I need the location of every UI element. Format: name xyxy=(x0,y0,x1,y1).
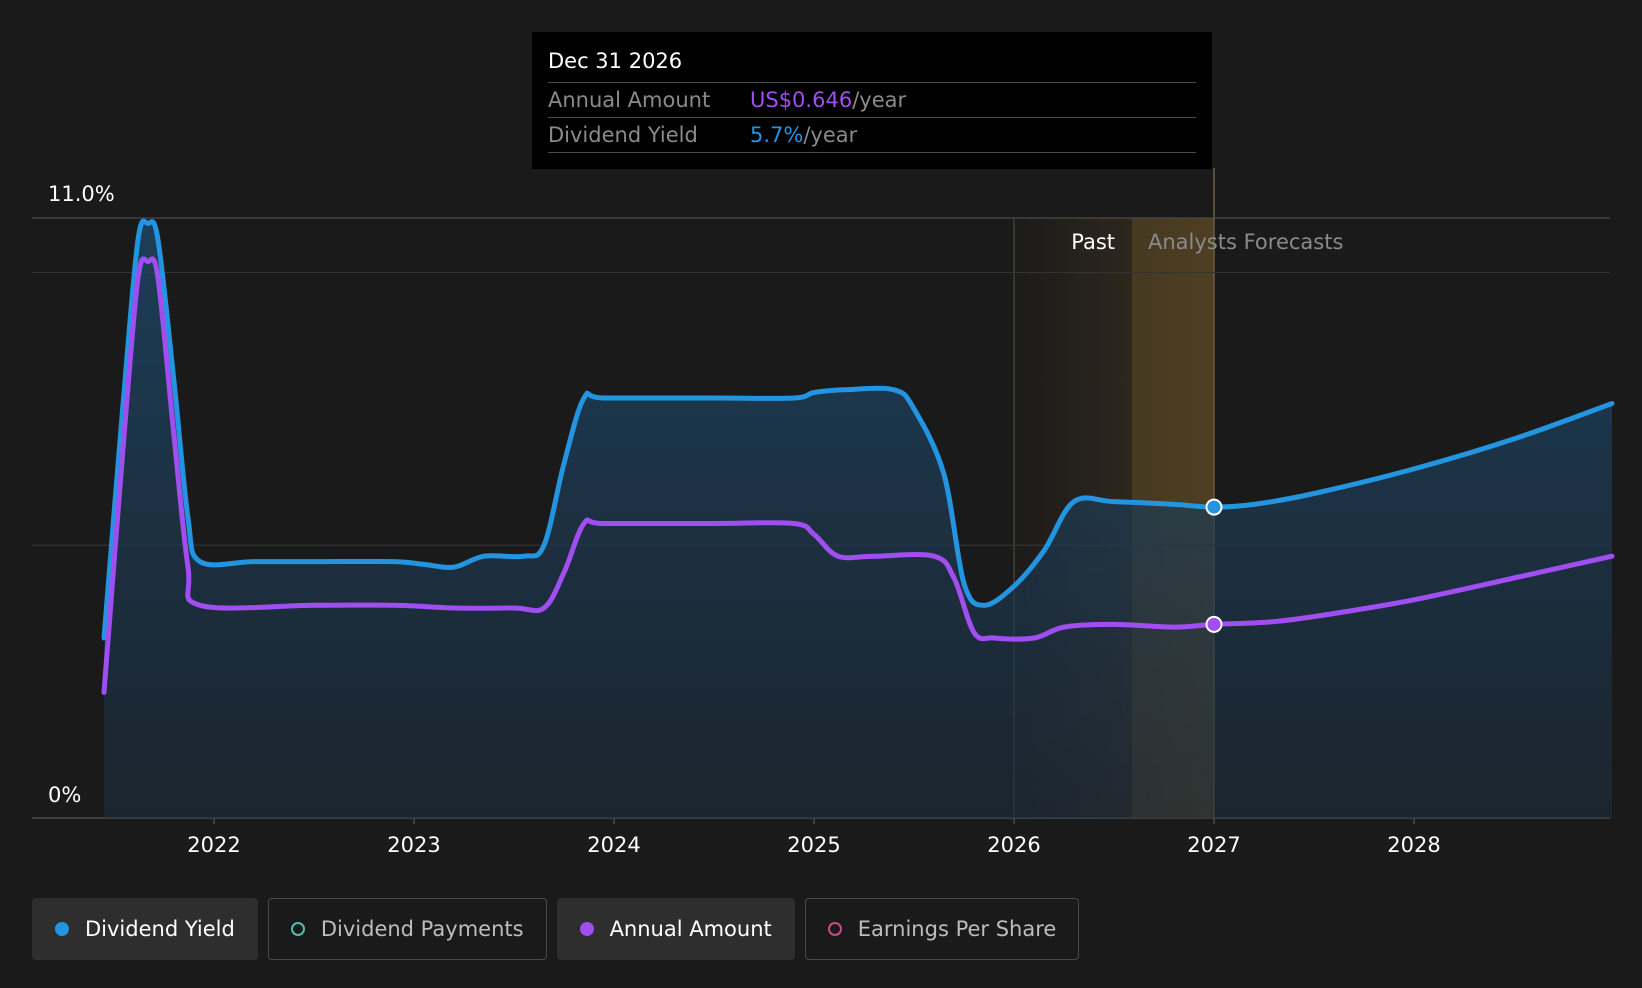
analysts-forecasts-label: Analysts Forecasts xyxy=(1148,230,1343,254)
legend-earnings-per-share[interactable]: Earnings Per Share xyxy=(804,898,1080,960)
tooltip-yield-value: 5.7% xyxy=(750,123,804,147)
chart-tooltip: Dec 31 2026 Annual Amount US$0.646 /year… xyxy=(532,32,1212,169)
legend-label: Earnings Per Share xyxy=(857,917,1057,941)
chart-legend: Dividend Yield Dividend Payments Annual … xyxy=(32,898,1080,960)
tooltip-yield-unit: /year xyxy=(803,123,858,147)
tooltip-annual-row: Annual Amount US$0.646 /year xyxy=(548,83,1196,118)
x-tick-label: 2022 xyxy=(187,833,240,857)
legend-dividend-payments[interactable]: Dividend Payments xyxy=(267,898,547,960)
tooltip-annual-value: US$0.646 xyxy=(750,88,853,112)
earnings-per-share-ring-icon xyxy=(827,922,842,936)
tooltip-date: Dec 31 2026 xyxy=(548,46,1196,83)
legend-label: Annual Amount xyxy=(609,917,772,941)
x-tick-label: 2026 xyxy=(987,833,1040,857)
x-tick-label: 2024 xyxy=(587,833,640,857)
annual-amount-hover-marker xyxy=(1205,615,1223,633)
dividend-yield-hover-marker xyxy=(1205,498,1223,516)
x-tick-label: 2028 xyxy=(1387,833,1440,857)
x-tick-label: 2027 xyxy=(1187,833,1240,857)
legend-dividend-yield[interactable]: Dividend Yield xyxy=(32,898,258,960)
y-tick-label-bottom: 0% xyxy=(48,783,81,807)
dividend-yield-dot-icon xyxy=(55,922,69,936)
x-tick-label: 2023 xyxy=(387,833,440,857)
legend-label: Dividend Payments xyxy=(320,917,524,941)
tooltip-yield-label: Dividend Yield xyxy=(548,123,698,147)
legend-annual-amount[interactable]: Annual Amount xyxy=(556,898,795,960)
x-tick-label: 2025 xyxy=(787,833,840,857)
tooltip-annual-unit: /year xyxy=(852,88,907,112)
tooltip-annual-label: Annual Amount xyxy=(548,88,711,112)
dividend-payments-ring-icon xyxy=(290,922,305,936)
past-label: Past xyxy=(1071,230,1115,254)
y-tick-label-top: 11.0% xyxy=(48,182,115,206)
tooltip-yield-row: Dividend Yield 5.7% /year xyxy=(548,118,1196,153)
annual-amount-dot-icon xyxy=(579,922,594,936)
dividend-yield-area xyxy=(104,221,1612,819)
legend-label: Dividend Yield xyxy=(85,917,235,941)
